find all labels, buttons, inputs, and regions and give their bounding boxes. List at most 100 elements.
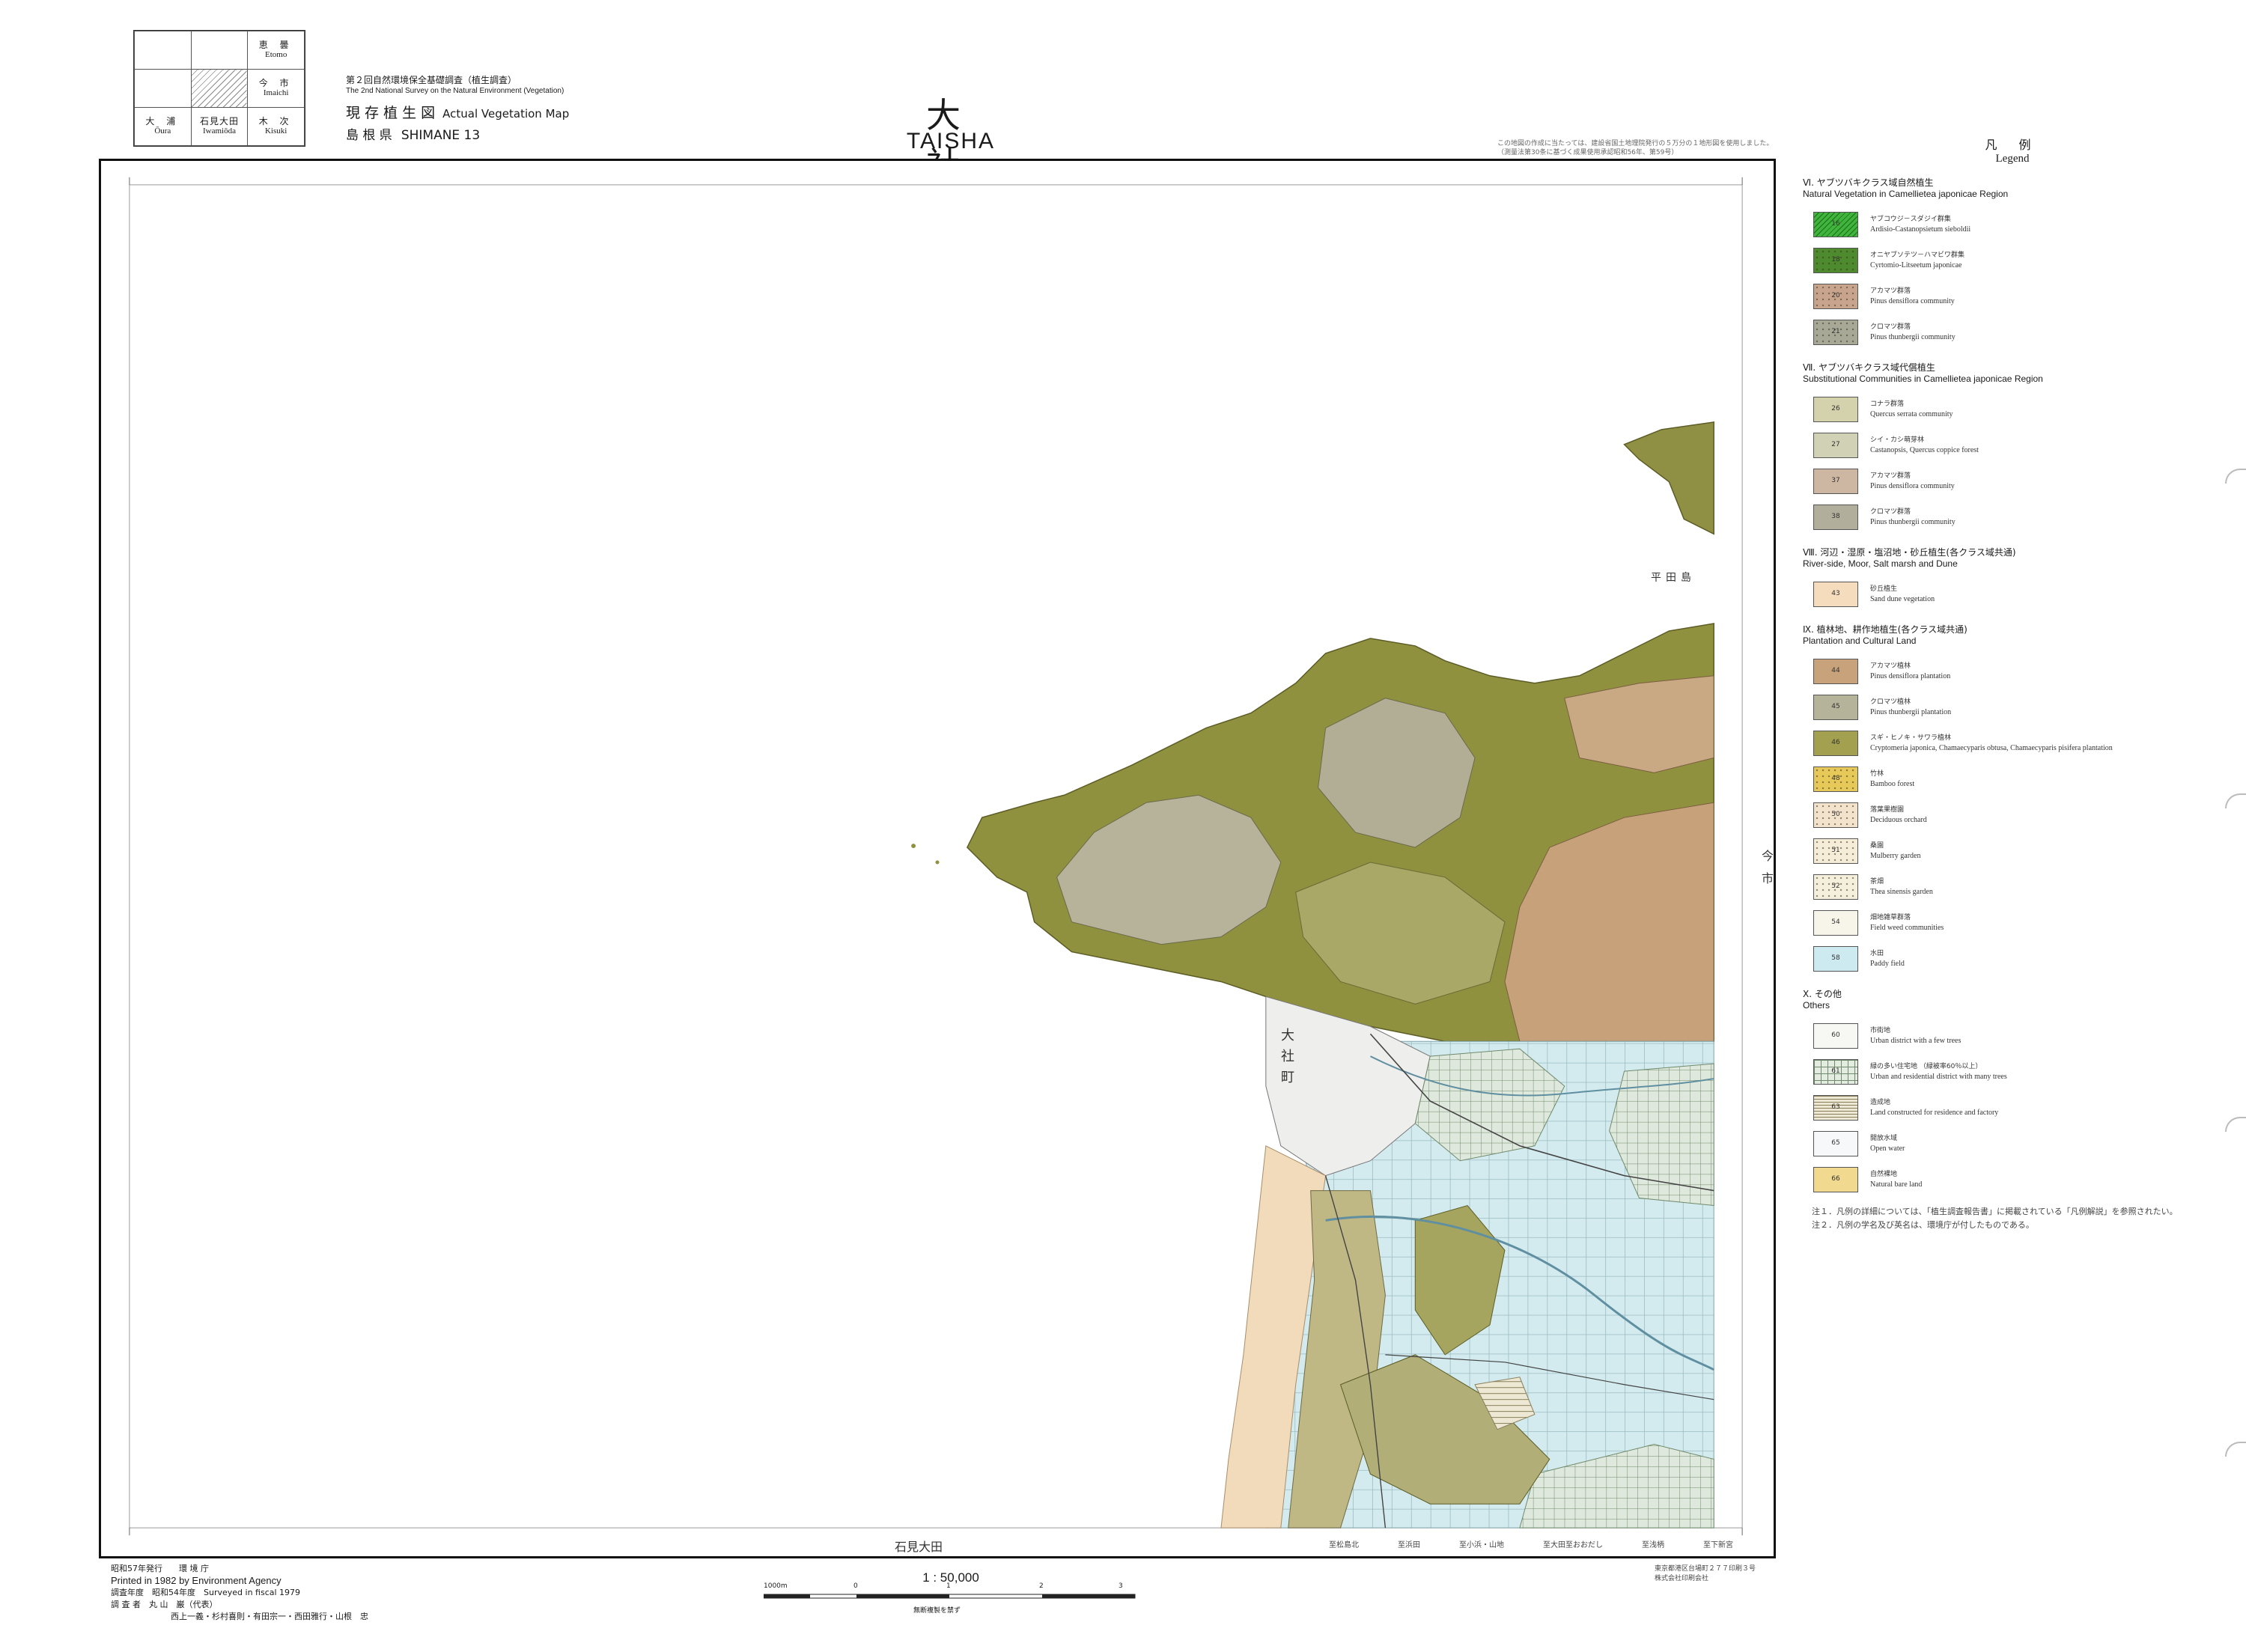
index-cell-iwamioda[interactable]: 石見大田 Iwamiōda — [190, 107, 249, 146]
legend-item[interactable]: 21 クロマツ群落 Pinus thunbergii community — [1803, 314, 2222, 350]
legend-item[interactable]: 63 造成地 Land constructed for residence and … — [1803, 1090, 2222, 1126]
legend-item-text: クロマツ群落 Pinus thunbergii community — [1870, 323, 1956, 342]
index-cell-kisuki[interactable]: 木 次 Kisuki — [247, 107, 305, 146]
place-label[interactable]: 平田島 — [1651, 570, 1696, 585]
legend-item[interactable]: 54 畑地雑草群落 Field weed communities — [1803, 905, 2222, 941]
legend-item-text: 水田 Paddy field — [1870, 949, 1905, 969]
map-source-note: この地図の作成に当たっては、建設省国土地理院発行の５万分の１地形図を使用しました… — [1497, 140, 1774, 156]
legend-item-ja: クロマツ植林 — [1870, 698, 1911, 706]
scale-ratio: 1 : 50,000 — [922, 1570, 979, 1585]
legend-swatch: 60 — [1813, 1023, 1858, 1049]
legend-section-title-en: Others — [1803, 1000, 1830, 1011]
legend-item-ja: アカマツ群落 — [1870, 472, 1911, 480]
legend-item-ja: 落葉果樹園 — [1870, 806, 1905, 814]
legend-section-title-en: River-side, Moor, Salt marsh and Dune — [1803, 558, 1958, 569]
legend-swatch: 50 — [1813, 802, 1858, 828]
legend-swatch: 48 — [1813, 766, 1858, 792]
legend-item-en: Field weed communities — [1870, 924, 1944, 932]
legend-item-en: Land constructed for residence and facto… — [1870, 1109, 1999, 1117]
legend-code: 21 — [1831, 328, 1840, 335]
legend-item[interactable]: 60 市街地 Urban district with a few trees — [1803, 1018, 2222, 1054]
legend-item-en: Quercus serrata community — [1870, 410, 1953, 418]
legend-item[interactable]: 58 水田 Paddy field — [1803, 941, 2222, 977]
legend-code: 65 — [1831, 1139, 1840, 1147]
legend-item[interactable]: 44 アカマツ植林 Pinus densiflora plantation — [1803, 653, 2222, 689]
legend-item-text: 開放水域 Open water — [1870, 1134, 1905, 1153]
legend-item[interactable]: 45 クロマツ植林 Pinus thunbergii plantation — [1803, 689, 2222, 725]
legend-item[interactable]: 46 スギ・ヒノキ・サワラ植林 Cryptomeria japonica, Cham… — [1803, 725, 2222, 761]
legend-code: 50 — [1831, 811, 1840, 818]
legend-code: 48 — [1831, 775, 1840, 782]
legend-item[interactable]: 18 オニヤブソテツ－ハマビワ群集 Cyrtomio-Litseetum japon… — [1803, 243, 2222, 278]
legend-item-ja: コナラ群落 — [1870, 400, 1905, 408]
legend-item[interactable]: 48 竹林 Bamboo forest — [1803, 761, 2222, 797]
legend-item-ja: 竹林 — [1870, 770, 1884, 778]
road-destination: 至大田至おおだし — [1543, 1541, 1603, 1549]
legend-item[interactable]: 26 コナラ群落 Quercus serrata community — [1803, 391, 2222, 427]
legend-item-ja: 畑地雑草群落 — [1870, 914, 1911, 921]
vegetation-map-canvas[interactable] — [101, 161, 1774, 1556]
legend-code: 20 — [1831, 292, 1840, 299]
legend-item[interactable]: 51 桑園 Mulberry garden — [1803, 833, 2222, 869]
index-cell-imaichi[interactable]: 今 市 Imaichi — [247, 69, 305, 108]
legend-item-text: 砂丘植生 Sand dune vegetation — [1870, 585, 1935, 604]
scale-tick: 2 — [1039, 1582, 1044, 1590]
legend-item-ja: アカマツ群落 — [1870, 287, 1911, 295]
legend-item-text: 緑の多い住宅地 （緑被率60％以上） Urban and residential … — [1870, 1062, 2007, 1082]
legend-item-ja: 水田 — [1870, 950, 1884, 957]
legend-item[interactable]: 38 クロマツ群落 Pinus thunbergii community — [1803, 499, 2222, 535]
road-destination: 至浅柄 — [1642, 1541, 1664, 1549]
legend-swatch: 63 — [1813, 1095, 1858, 1121]
legend-item[interactable]: 66 自然裸地 Natural bare land — [1803, 1162, 2222, 1198]
legend-item[interactable]: 27 シイ・カシ萌芽林 Castanopsis, Quercus coppice f… — [1803, 427, 2222, 463]
legend-item-text: スギ・ヒノキ・サワラ植林 Cryptomeria japonica, Chamae… — [1870, 734, 2113, 753]
bottom-sheet-label[interactable]: 石見大田 — [895, 1537, 943, 1555]
legend-item-en: Cyrtomio-Litseetum japonicae — [1870, 261, 1962, 269]
scale-note: 無断複製を禁ず — [913, 1607, 961, 1615]
city-edge-label[interactable]: 今市 — [1757, 850, 1775, 894]
legend-item-en: Thea sinensis garden — [1870, 888, 1933, 896]
legend-item[interactable]: 16 ヤブコウジ－スダジイ群集 Ardisio-Castanopsietum sie… — [1803, 207, 2222, 243]
legend-swatch: 18 — [1813, 248, 1858, 273]
legend-item[interactable]: 52 茶畑 Thea sinensis garden — [1803, 869, 2222, 905]
legend-item-ja: 砂丘植生 — [1870, 585, 1898, 593]
legend-swatch: 51 — [1813, 838, 1858, 864]
legend-code: 66 — [1831, 1175, 1840, 1183]
index-cell-oura[interactable]: 大 浦 Ōura — [134, 107, 192, 146]
legend-code: 58 — [1831, 954, 1840, 962]
legend-item[interactable]: 50 落葉果樹園 Deciduous orchard — [1803, 797, 2222, 833]
legend-notes: 注１．凡例の詳細については、「植生調査報告書」に掲載されている「凡例解説」を参照… — [1812, 1205, 2201, 1232]
legend-item[interactable]: 65 開放水域 Open water — [1803, 1126, 2222, 1162]
legend-item-ja: ヤブコウジ－スダジイ群集 — [1870, 216, 1951, 223]
map-type-en: Actual Vegetation Map — [442, 107, 570, 121]
legend-swatch: 20 — [1813, 284, 1858, 309]
legend-section-title-ja: Ⅷ. 河辺・湿原・塩沼地・砂丘植生(各クラス域共通) — [1803, 547, 2016, 558]
legend-code: 38 — [1831, 513, 1840, 520]
legend-item-en: Pinus densiflora plantation — [1870, 672, 1951, 680]
legend-item-en: Castanopsis, Quercus coppice forest — [1870, 446, 1979, 454]
index-cell-etomo[interactable]: 恵 曇 Etomo — [247, 31, 305, 70]
legend-swatch: 43 — [1813, 582, 1858, 607]
legend-swatch: 52 — [1813, 874, 1858, 900]
vegetation-map[interactable]: 大社町 今市 平田島 石見大田 至松島北 至浜田 至小浜・山地 至大田至おおだし… — [99, 159, 1776, 1558]
legend-item-text: アカマツ群落 Pinus densiflora community — [1870, 472, 1955, 491]
legend-item-ja: 茶畑 — [1870, 878, 1884, 886]
legend-item-en: Deciduous orchard — [1870, 816, 1927, 824]
town-label[interactable]: 大社町 — [1276, 1028, 1296, 1091]
legend-item[interactable]: 20 アカマツ群落 Pinus densiflora community — [1803, 278, 2222, 314]
legend-item[interactable]: 37 アカマツ群落 Pinus densiflora community — [1803, 463, 2222, 499]
legend-item-en: Pinus densiflora community — [1870, 482, 1955, 490]
legend-item[interactable]: 61 緑の多い住宅地 （緑被率60％以上） Urban and residentia… — [1803, 1054, 2222, 1090]
legend-item-ja: アカマツ植林 — [1870, 662, 1911, 670]
legend-item[interactable]: 43 砂丘植生 Sand dune vegetation — [1803, 576, 2222, 612]
legend-item-en: Ardisio-Castanopsietum sieboldii — [1870, 225, 1971, 234]
survey-members: 西上一義・杉村喜則・有田宗一・西田雅行・山根 忠 — [171, 1612, 368, 1621]
legend-code: 27 — [1831, 441, 1840, 448]
legend-item-en: Mulberry garden — [1870, 852, 1921, 860]
legend-code: 43 — [1831, 590, 1840, 597]
legend-swatch: 27 — [1813, 433, 1858, 458]
legend-swatch: 61 — [1813, 1059, 1858, 1085]
publication-info: 昭和57年発行 環 境 庁 Printed in 1982 by Environ… — [111, 1563, 368, 1623]
legend-swatch: 16 — [1813, 212, 1858, 237]
legend-section-title-en: Natural Vegetation in Camellietea japoni… — [1803, 189, 2009, 199]
